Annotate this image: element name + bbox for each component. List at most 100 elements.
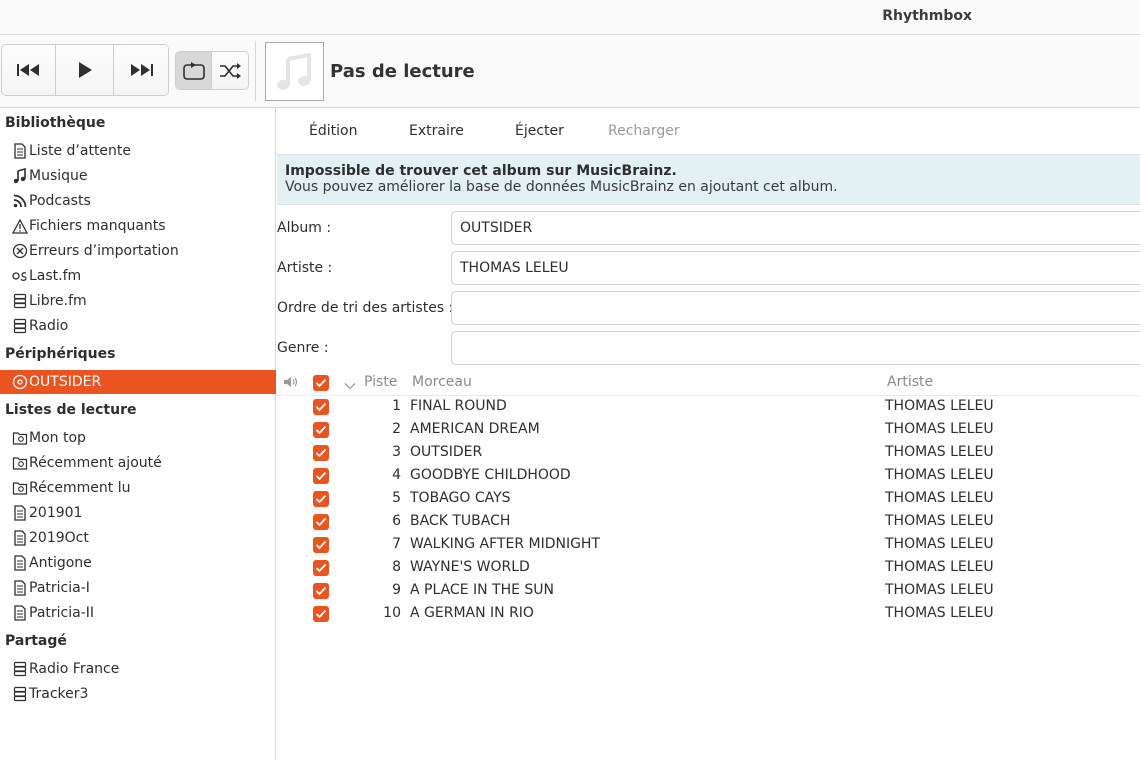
warning-icon <box>11 217 29 235</box>
sidebar-item-label: Libre.fm <box>29 293 87 309</box>
track-checkbox[interactable] <box>313 422 329 438</box>
track-title: TOBAGO CAYS <box>410 490 511 506</box>
track-title: WAYNE'S WORLD <box>410 559 530 575</box>
artist-sort-label: Ordre de tri des artistes : <box>277 300 454 316</box>
sidebar-item-label: OUTSIDER <box>29 374 102 390</box>
sidebar-item-radio-france[interactable]: Radio France <box>0 657 276 681</box>
toolbar-separator <box>255 41 256 101</box>
sidebar-item-label: Patricia-I <box>29 580 90 596</box>
column-header-title[interactable]: Morceau <box>412 374 472 390</box>
sidebar-item-librefm[interactable]: Libre.fm <box>0 289 276 313</box>
sidebar-item-antigone[interactable]: Antigone <box>0 551 276 575</box>
sidebar-item-music[interactable]: Musique <box>0 164 276 188</box>
track-list-header: Piste Morceau Artiste <box>277 370 1140 396</box>
track-checkbox[interactable] <box>313 583 329 599</box>
track-number: 9 <box>392 582 401 598</box>
action-bar: Édition Extraire Éjecter Recharger <box>277 108 1140 154</box>
sidebar-item-missing-files[interactable]: Fichiers manquants <box>0 214 276 238</box>
sidebar-item-recently-played[interactable]: Récemment lu <box>0 476 276 500</box>
select-all-checkbox[interactable] <box>313 375 329 391</box>
sidebar-item-label: Patricia-II <box>29 605 95 621</box>
genre-label: Genre : <box>277 340 329 356</box>
track-title: GOODBYE CHILDHOOD <box>410 467 571 483</box>
chevron-down-icon[interactable] <box>344 378 356 394</box>
check-icon <box>315 517 327 527</box>
smart-playlist-icon <box>11 429 29 447</box>
table-row[interactable]: 9 A PLACE IN THE SUN THOMAS LELEU <box>277 580 1140 603</box>
genre-input[interactable] <box>451 331 1140 365</box>
sidebar-item-podcasts[interactable]: Podcasts <box>0 189 276 213</box>
document-icon <box>11 529 29 547</box>
track-number: 7 <box>392 536 401 552</box>
track-checkbox[interactable] <box>313 537 329 553</box>
track-checkbox[interactable] <box>313 560 329 576</box>
table-row[interactable]: 7 WALKING AFTER MIDNIGHT THOMAS LELEU <box>277 534 1140 557</box>
track-checkbox[interactable] <box>313 468 329 484</box>
track-artist: THOMAS LELEU <box>885 513 994 529</box>
table-row[interactable]: 10 A GERMAN IN RIO THOMAS LELEU <box>277 603 1140 626</box>
column-header-artist[interactable]: Artiste <box>887 374 933 390</box>
error-circle-icon <box>11 242 29 260</box>
track-title: FINAL ROUND <box>410 398 507 414</box>
previous-button[interactable] <box>2 45 56 95</box>
sidebar-item-radio[interactable]: Radio <box>0 314 276 338</box>
repeat-toggle[interactable] <box>176 52 212 89</box>
disc-icon <box>11 373 29 391</box>
track-checkbox[interactable] <box>313 514 329 530</box>
shuffle-toggle[interactable] <box>212 52 248 89</box>
artist-sort-input[interactable] <box>451 291 1140 325</box>
sidebar-item-2019oct[interactable]: 2019Oct <box>0 526 276 550</box>
musicbrainz-info-bar: Impossible de trouver cet album sur Musi… <box>277 154 1140 205</box>
eject-button[interactable]: Éjecter <box>515 123 564 139</box>
sidebar-item-patricia-i[interactable]: Patricia-I <box>0 576 276 600</box>
sidebar-item-mon-top[interactable]: Mon top <box>0 426 276 450</box>
check-icon <box>315 402 327 412</box>
track-title: BACK TUBACH <box>410 513 511 529</box>
sidebar-item-import-errors[interactable]: Erreurs d’importation <box>0 239 276 263</box>
table-row[interactable]: 1 FINAL ROUND THOMAS LELEU <box>277 396 1140 419</box>
lastfm-icon <box>11 267 29 285</box>
table-row[interactable]: 6 BACK TUBACH THOMAS LELEU <box>277 511 1140 534</box>
track-artist: THOMAS LELEU <box>885 536 994 552</box>
track-artist: THOMAS LELEU <box>885 605 994 621</box>
artist-input[interactable] <box>451 251 1140 285</box>
document-icon <box>11 504 29 522</box>
table-row[interactable]: 3 OUTSIDER THOMAS LELEU <box>277 442 1140 465</box>
track-checkbox[interactable] <box>313 399 329 415</box>
sidebar-item-tracker3[interactable]: Tracker3 <box>0 682 276 706</box>
play-icon <box>78 62 92 78</box>
check-icon <box>315 471 327 481</box>
track-artist: THOMAS LELEU <box>885 582 994 598</box>
track-title: AMERICAN DREAM <box>410 421 540 437</box>
reload-button[interactable]: Recharger <box>608 123 680 139</box>
track-checkbox[interactable] <box>313 491 329 507</box>
table-row[interactable]: 2 AMERICAN DREAM THOMAS LELEU <box>277 419 1140 442</box>
album-input[interactable] <box>451 211 1140 245</box>
edit-button[interactable]: Édition <box>309 123 357 139</box>
check-icon <box>315 494 327 504</box>
sidebar-item-outsider[interactable]: OUTSIDER <box>0 370 276 394</box>
table-row[interactable]: 5 TOBAGO CAYS THOMAS LELEU <box>277 488 1140 511</box>
sidebar-item-label: Récemment ajouté <box>29 455 162 471</box>
table-row[interactable]: 8 WAYNE'S WORLD THOMAS LELEU <box>277 557 1140 580</box>
table-row[interactable]: 4 GOODBYE CHILDHOOD THOMAS LELEU <box>277 465 1140 488</box>
sidebar-item-lastfm[interactable]: Last.fm <box>0 264 276 288</box>
check-icon <box>315 425 327 435</box>
sidebar-item-label: Podcasts <box>29 193 91 209</box>
next-button[interactable] <box>114 45 168 95</box>
play-button[interactable] <box>56 45 114 95</box>
server-icon <box>11 660 29 678</box>
sidebar-item-201901[interactable]: 201901 <box>0 501 276 525</box>
track-checkbox[interactable] <box>313 445 329 461</box>
sidebar-item-recently-added[interactable]: Récemment ajouté <box>0 451 276 475</box>
sidebar-item-label: Radio <box>29 318 69 334</box>
sidebar-item-queue[interactable]: Liste d’attente <box>0 139 276 163</box>
shuffle-icon <box>220 62 241 79</box>
player-toolbar: Pas de lecture <box>0 35 1140 108</box>
extract-button[interactable]: Extraire <box>409 123 464 139</box>
check-icon <box>315 586 327 596</box>
track-artist: THOMAS LELEU <box>885 559 994 575</box>
sidebar-item-patricia-ii[interactable]: Patricia-II <box>0 601 276 625</box>
column-header-track[interactable]: Piste <box>364 374 397 390</box>
track-checkbox[interactable] <box>313 606 329 622</box>
